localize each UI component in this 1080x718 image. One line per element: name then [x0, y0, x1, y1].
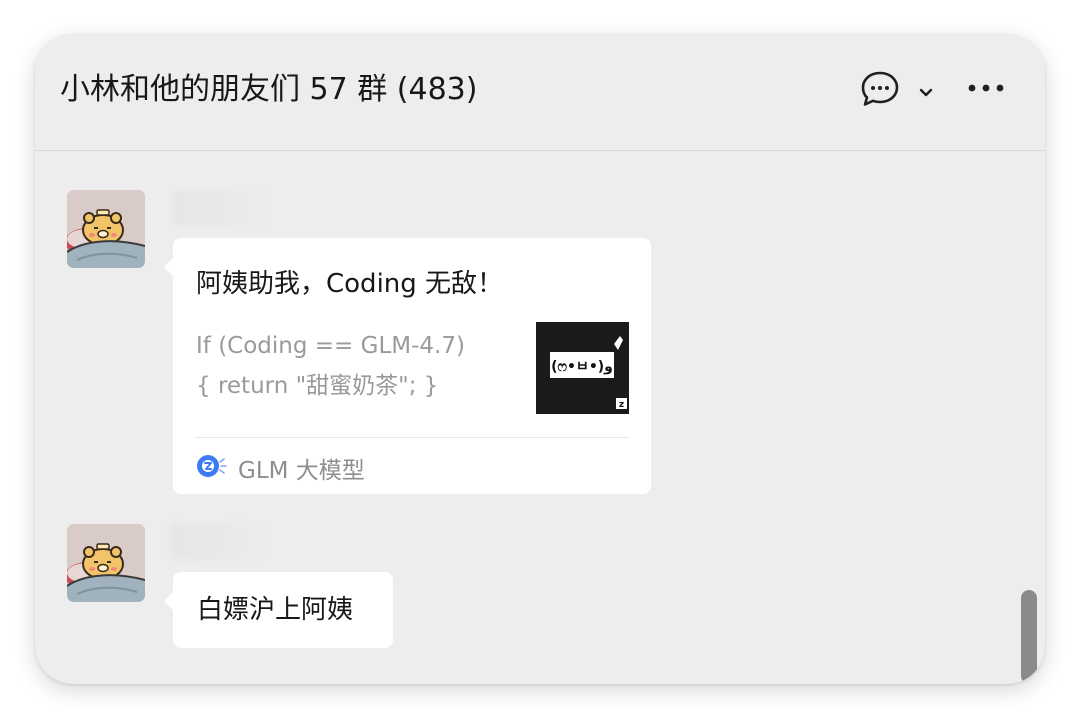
thumbnail-badge: z — [619, 400, 624, 410]
glm-logo-icon — [196, 452, 228, 484]
link-card-bubble[interactable]: 阿姨助我，Coding 无敌！ If (Coding == GLM-4.7) {… — [164, 238, 651, 494]
sender-name-redacted — [171, 524, 263, 560]
message-text: 白嫖沪上阿姨 — [197, 595, 354, 625]
sender-avatar[interactable] — [67, 524, 145, 602]
text-bubble[interactable]: 白嫖沪上阿姨 — [164, 572, 393, 648]
bear-avatar-icon — [67, 524, 145, 602]
sender-avatar[interactable] — [67, 190, 145, 268]
bear-avatar-icon — [67, 190, 145, 268]
card-source-label: GLM 大模型 — [238, 458, 365, 484]
more-options-button[interactable] — [967, 70, 1007, 106]
card-divider — [195, 437, 629, 438]
card-source: GLM 大模型 — [196, 450, 365, 486]
group-title: 小林和他的朋友们 57 群 (483) — [60, 72, 478, 107]
sender-name-redacted — [173, 190, 265, 226]
card-title: 阿姨助我，Coding 无敌！ — [196, 269, 504, 299]
chevron-down-icon — [919, 83, 933, 102]
chat-header: 小林和他的朋友们 57 群 (483) — [35, 34, 1045, 151]
chat-mode-button[interactable] — [859, 70, 937, 106]
thumbnail-face: (ෆ•ㅂ•)و — [551, 359, 613, 375]
card-description: If (Coding == GLM-4.7) { return "甜蜜奶茶"; … — [196, 333, 465, 399]
card-thumbnail: (ෆ•ㅂ•)و z — [536, 322, 629, 414]
speech-bubble-icon — [859, 70, 901, 112]
chat-window: 小林和他的朋友们 57 群 (483) 阿姨助我，Coding 无敌！ If (… — [35, 34, 1045, 684]
scrollbar-thumb[interactable] — [1021, 590, 1037, 684]
more-horizontal-icon — [967, 80, 1007, 100]
